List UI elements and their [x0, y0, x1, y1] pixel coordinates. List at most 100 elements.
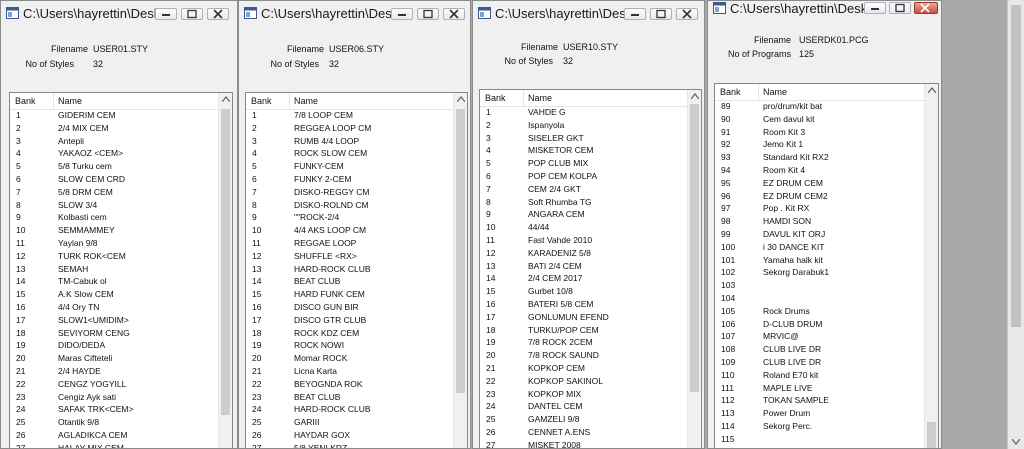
list-item[interactable]: 6 FUNKY 2-CEM	[246, 173, 453, 186]
close-button[interactable]	[914, 2, 938, 14]
list-item[interactable]: 19 DIDO/DEDA	[10, 339, 218, 352]
list-item[interactable]: 19 ROCK NOWI	[246, 339, 453, 352]
vertical-scrollbar[interactable]	[924, 84, 938, 448]
list-item[interactable]: 7 CEM 2/4 GKT	[480, 183, 687, 196]
list-item[interactable]: 24 SAFAK TRK<CEM>	[10, 403, 218, 416]
list-item[interactable]: 1 7/8 LOOP CEM	[246, 109, 453, 122]
list-item[interactable]: 23 Cengiz Ayk sati	[10, 391, 218, 404]
list-item[interactable]: 3 SISELER GKT	[480, 132, 687, 145]
list-item[interactable]: 4 MISKETOR CEM	[480, 144, 687, 157]
list-item[interactable]: 24 HARD-ROCK CLUB	[246, 403, 453, 416]
vertical-scrollbar[interactable]	[218, 93, 232, 448]
list-item[interactable]: 16 4/4 Ory TN	[10, 301, 218, 314]
maximize-button[interactable]	[889, 2, 911, 14]
list-item[interactable]: 14 2/4 CEM 2017	[480, 272, 687, 285]
scrollbar-thumb[interactable]	[690, 104, 699, 392]
list-item[interactable]: 8 DISKO-ROLND CM	[246, 199, 453, 212]
list-item[interactable]: 15 HARD FUNK CEM	[246, 288, 453, 301]
list-item[interactable]: 11 Yaylan 9/8	[10, 237, 218, 250]
list-item[interactable]: 27 HALAY MIX CEM	[10, 442, 218, 448]
list-item[interactable]: 15 Gurbet 10/8	[480, 285, 687, 298]
maximize-button[interactable]	[650, 8, 672, 20]
scrollbar-thumb[interactable]	[1011, 5, 1021, 327]
list-item[interactable]: 2 2/4 MIX CEM	[10, 122, 218, 135]
list-item[interactable]: 18 ROCK KDZ CEM	[246, 327, 453, 340]
list-item[interactable]: 21 Licna Karta	[246, 365, 453, 378]
scrollbar-thumb[interactable]	[456, 109, 465, 393]
list-item[interactable]: 5 5/8 Turku cem	[10, 160, 218, 173]
list-item[interactable]: 11 Fast Vahde 2010	[480, 234, 687, 247]
list-item[interactable]: 23 KOPKOP MIX	[480, 388, 687, 401]
list-item[interactable]: 115	[715, 433, 924, 446]
list-item[interactable]: 110 Roland E70 kit	[715, 369, 924, 382]
style-list[interactable]: Bank Name 1 7/8 LOOP CEM 2 REGGEA LOOP CM 3 R…	[245, 92, 468, 448]
list-item[interactable]: 113 Power Drum	[715, 407, 924, 420]
column-header-name[interactable]: Name	[760, 84, 787, 100]
scrollbar-thumb[interactable]	[221, 109, 230, 415]
list-item[interactable]: 2 Ispanyola	[480, 119, 687, 132]
list-item[interactable]: 13 SEMAH	[10, 263, 218, 276]
vertical-scrollbar[interactable]	[453, 93, 467, 448]
list-item[interactable]: 17 DISCO GTR CLUB	[246, 314, 453, 327]
list-item[interactable]: 13 BATI 2/4 CEM	[480, 260, 687, 273]
list-item[interactable]: 20 Momar ROCK	[246, 352, 453, 365]
list-item[interactable]: 114 Sekorg Perc.	[715, 420, 924, 433]
list-item[interactable]: 2 REGGEA LOOP CM	[246, 122, 453, 135]
list-item[interactable]: 27 5/8 YENI KRZ	[246, 442, 453, 448]
list-item[interactable]: 26 HAYDAR GOX	[246, 429, 453, 442]
list-item[interactable]: 6 SLOW CEM CRD	[10, 173, 218, 186]
list-item[interactable]: 19 7/8 ROCK 2CEM	[480, 336, 687, 349]
list-item[interactable]: 90 Cem davul kit	[715, 113, 924, 126]
title-bar[interactable]: C:\Users\hayrettin\Deskt...	[239, 1, 470, 29]
list-item[interactable]: 3 Antepli	[10, 135, 218, 148]
list-item[interactable]: 102 Sekorg Darabuk1	[715, 266, 924, 279]
scroll-up-arrow-icon[interactable]	[222, 96, 230, 102]
list-item[interactable]: 18 SEVIYORM CENG	[10, 327, 218, 340]
list-item[interactable]: 104	[715, 292, 924, 305]
list-item[interactable]: 96 EZ DRUM CEM2	[715, 190, 924, 203]
style-list[interactable]: Bank Name 1 VAHDE G 2 Ispanyola 3 SISELER GKT…	[479, 89, 702, 448]
title-bar[interactable]: C:\Users\hayrettin\Deskt...	[708, 1, 941, 21]
list-item[interactable]: 89 pro/drum/kit bat	[715, 100, 924, 113]
list-item[interactable]: 109 CLUB LIVE DR	[715, 356, 924, 369]
column-header-bank[interactable]: Bank	[480, 90, 524, 106]
maximize-button[interactable]	[181, 8, 203, 20]
list-item[interactable]: 7 5/8 DRM CEM	[10, 186, 218, 199]
list-item[interactable]: 98 HAMDI SON	[715, 215, 924, 228]
list-item[interactable]: 10 SEMMAMMEY	[10, 224, 218, 237]
list-item[interactable]: 25 GAMZELI 9/8	[480, 413, 687, 426]
list-item[interactable]: 16 DISCO GUN BIR	[246, 301, 453, 314]
list-item[interactable]: 10 4/4 AKS LOOP CM	[246, 224, 453, 237]
list-item[interactable]: 97 Pop . Kit RX	[715, 202, 924, 215]
list-item[interactable]: 25 Otantik 9/8	[10, 416, 218, 429]
list-item[interactable]: 5 FUNKY-CEM	[246, 160, 453, 173]
scroll-down-arrow-icon[interactable]	[1012, 439, 1020, 445]
close-button[interactable]	[676, 8, 698, 20]
list-item[interactable]: 12 KARADENIZ 5/8	[480, 247, 687, 260]
program-list[interactable]: Bank Name 89 pro/drum/kit bat 90 Cem davul …	[714, 83, 939, 448]
list-item[interactable]: 15 A.K Slow CEM	[10, 288, 218, 301]
list-item[interactable]: 106 D-CLUB DRUM	[715, 318, 924, 331]
list-item[interactable]: 27 MISKET 2008	[480, 439, 687, 448]
list-item[interactable]: 100 i 30 DANCE KIT	[715, 241, 924, 254]
list-item[interactable]: 3 RUMB 4/4 LOOP	[246, 135, 453, 148]
maximize-button[interactable]	[417, 8, 439, 20]
list-item[interactable]: 20 Maras Cifteteli	[10, 352, 218, 365]
title-bar[interactable]: C:\Users\hayrettin\Deskt...	[473, 1, 704, 29]
list-item[interactable]: 10 44/44	[480, 221, 687, 234]
list-item[interactable]: 112 TOKAN SAMPLE	[715, 394, 924, 407]
scrollbar-thumb[interactable]	[927, 422, 936, 448]
list-item[interactable]: 8 SLOW 3/4	[10, 199, 218, 212]
column-header-bank[interactable]: Bank	[715, 84, 759, 100]
column-header-name[interactable]: Name	[525, 90, 552, 106]
list-item[interactable]: 14 TM-Cabuk ol	[10, 275, 218, 288]
list-item[interactable]: 26 CENNET A.ENS	[480, 426, 687, 439]
list-item[interactable]: 9 ""ROCK-2/4	[246, 211, 453, 224]
list-item[interactable]: 99 DAVUL KIT ORJ	[715, 228, 924, 241]
list-item[interactable]: 22 BEYOGNDA ROK	[246, 378, 453, 391]
list-item[interactable]: 17 GONLUMUN EFEND	[480, 311, 687, 324]
list-item[interactable]: 24 DANTEL CEM	[480, 400, 687, 413]
list-item[interactable]: 108 CLUB LIVE DR	[715, 343, 924, 356]
list-item[interactable]: 1 VAHDE G	[480, 106, 687, 119]
column-header-bank[interactable]: Bank	[246, 93, 290, 109]
